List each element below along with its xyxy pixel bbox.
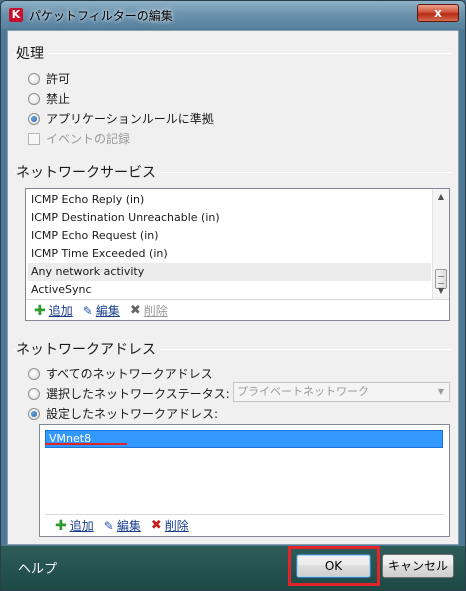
address-delete-label: 削除 [164,519,189,533]
radio-all-addresses-button[interactable] [28,367,40,380]
log-events-checkbox-row[interactable]: イベントの記録 [28,130,130,147]
toolbar-divider [45,514,444,515]
services-edit-button[interactable]: ✎ 編集 [83,302,120,319]
plus-icon: ✚ [55,517,67,534]
network-status-select[interactable]: プライベートネットワーク ▼ [233,382,450,402]
radio-custom-addresses-button[interactable] [28,407,40,420]
services-delete-label: 削除 [143,304,168,318]
services-add-button[interactable]: ✚ 追加 [34,302,73,319]
services-toolbar: ✚ 追加 ✎ 編集 ✖ 削除 [34,302,178,319]
plus-icon: ✚ [34,302,46,319]
radio-allow-label: 許可 [46,72,71,86]
dialog-footer: ヘルプ OK キャンセル [1,546,465,590]
radio-allow[interactable]: 許可 [28,70,70,87]
network-services-heading: ネットワークサービス [16,162,160,182]
radio-custom-addresses-label: 設定したネットワークアドレス: [46,407,219,421]
address-edit-button[interactable]: ✎ 編集 [104,517,141,534]
log-events-label: イベントの記録 [46,132,131,146]
radio-app-rules-button[interactable] [28,112,40,125]
address-toolbar: ✚ 追加 ✎ 編集 ✖ 削除 [55,517,199,534]
address-add-label: 追加 [69,519,94,533]
delete-x-icon: ✖ [129,303,141,318]
address-row-selected[interactable]: VMnet8 [45,430,443,448]
pencil-icon: ✎ [103,518,114,533]
network-services-list[interactable]: ICMP Echo Reply (in) ICMP Destination Un… [25,188,450,321]
address-add-button[interactable]: ✚ 追加 [55,517,94,534]
action-heading: 処理 [16,43,48,63]
radio-network-status-label: 選択したネットワークステータス: [46,387,230,401]
dialog-window: K パケットフィルターの編集 x 処理 許可 禁止 アプリケーションルールに準拠… [0,0,466,591]
list-item-highlighted[interactable]: Any network activity [28,263,431,281]
list-item[interactable]: ActiveSync [28,281,431,299]
ok-button[interactable]: OK [296,554,371,578]
list-item[interactable]: ICMP Echo Reply (in) [28,191,431,209]
services-add-label: 追加 [48,304,73,318]
chevron-down-icon[interactable]: ▼ [433,383,449,401]
radio-network-status[interactable]: 選択したネットワークステータス: [28,385,230,402]
vertical-scrollbar[interactable]: ▲ ▼ [432,189,449,299]
list-item[interactable]: ICMP Destination Unreachable (in) [28,209,431,227]
list-item[interactable]: ICMP Echo Request (in) [28,227,431,245]
radio-deny[interactable]: 禁止 [28,90,70,107]
cancel-button[interactable]: キャンセル [382,554,454,578]
address-list[interactable]: VMnet8 ✚ 追加 ✎ 編集 ✖ 削除 [39,424,450,537]
help-link[interactable]: ヘルプ [18,558,57,577]
radio-app-rules[interactable]: アプリケーションルールに準拠 [28,110,214,127]
list-item[interactable]: ICMP Time Exceeded (in) [28,245,431,263]
address-delete-button[interactable]: ✖ 削除 [151,517,189,534]
services-delete-button[interactable]: ✖ 削除 [130,302,168,319]
address-edit-label: 編集 [116,519,141,533]
pencil-icon: ✎ [82,303,93,318]
dialog-body: 処理 許可 禁止 アプリケーションルールに準拠 イベントの記録 ネットワークサー… [7,30,459,545]
radio-allow-button[interactable] [28,72,40,85]
close-button[interactable]: x [417,4,459,22]
radio-app-rules-label: アプリケーションルールに準拠 [46,112,214,126]
radio-all-addresses-label: すべてのネットワークアドレス [46,367,213,381]
scroll-up-arrow-icon[interactable]: ▲ [433,189,449,205]
network-address-heading: ネットワークアドレス [16,339,160,359]
title-bar[interactable]: K パケットフィルターの編集 x [1,1,465,29]
section-divider [14,53,452,54]
radio-custom-addresses[interactable]: 設定したネットワークアドレス: [28,405,218,422]
services-edit-label: 編集 [95,304,120,318]
network-status-select-value: プライベートネットワーク [237,385,369,398]
window-title: パケットフィルターの編集 [29,9,173,23]
radio-deny-label: 禁止 [46,92,71,106]
radio-network-status-button[interactable] [28,387,40,400]
radio-all-addresses[interactable]: すべてのネットワークアドレス [28,365,213,382]
toolbar-divider [26,299,449,300]
kaspersky-app-icon: K [9,8,23,22]
annotation-underline [45,443,127,445]
scroll-down-arrow-icon[interactable]: ▼ [433,283,449,299]
radio-deny-button[interactable] [28,92,40,105]
log-events-checkbox[interactable] [28,132,40,145]
delete-x-icon: ✖ [150,518,162,533]
